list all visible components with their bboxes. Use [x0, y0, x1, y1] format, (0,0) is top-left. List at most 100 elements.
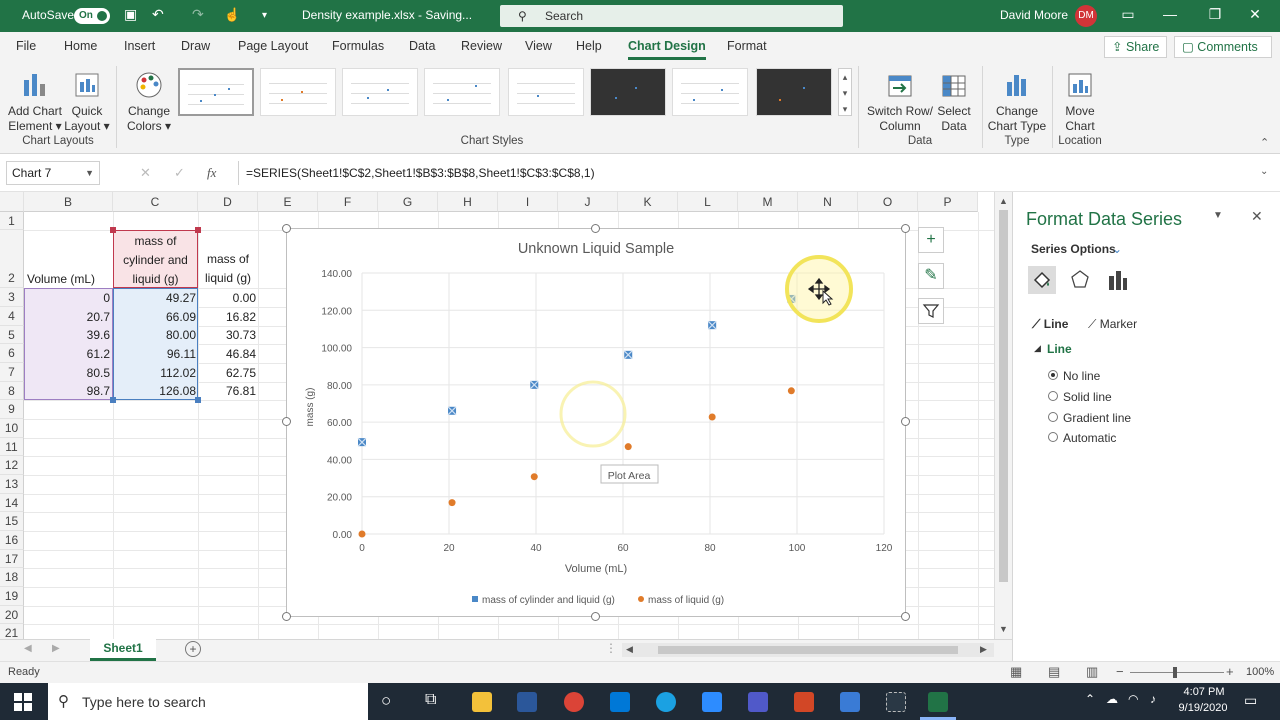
- column-header[interactable]: M: [738, 192, 798, 212]
- scroll-right-icon[interactable]: ▶: [980, 644, 987, 655]
- resize-handle[interactable]: [901, 224, 910, 233]
- scrollbar-thumb[interactable]: [999, 210, 1008, 582]
- x-axis-title[interactable]: Volume (mL): [565, 563, 627, 575]
- touch-mode-icon[interactable]: ☝: [224, 7, 240, 23]
- data-point-liquid[interactable]: [624, 443, 632, 451]
- autosave-toggle[interactable]: On: [74, 8, 110, 24]
- resize-handle[interactable]: [901, 417, 910, 426]
- column-header[interactable]: I: [498, 192, 558, 212]
- chart-style-6[interactable]: [590, 68, 666, 116]
- fill-line-tab[interactable]: [1028, 266, 1056, 294]
- search-box[interactable]: ⚲ Search: [500, 5, 843, 27]
- row-header[interactable]: 5: [0, 326, 24, 344]
- chart-style-3[interactable]: [342, 68, 418, 116]
- cell-mass-liquid[interactable]: 76.81: [200, 382, 256, 400]
- taskbar-date[interactable]: 9/19/2020: [1172, 702, 1234, 714]
- chart-style-5[interactable]: [508, 68, 584, 116]
- minimize-icon[interactable]: —: [1160, 6, 1180, 22]
- next-sheet-icon[interactable]: ▶: [52, 643, 60, 654]
- column-header[interactable]: L: [678, 192, 738, 212]
- cell-volume[interactable]: 39.6: [26, 326, 110, 344]
- scroll-up-icon[interactable]: ▲: [999, 196, 1008, 206]
- cell-mass-cylinder[interactable]: 49.27: [115, 289, 196, 307]
- calculator-icon[interactable]: [610, 692, 630, 712]
- tab-format[interactable]: Format: [727, 39, 767, 53]
- normal-view-icon[interactable]: ▦: [1010, 664, 1022, 680]
- chart-style-2[interactable]: [260, 68, 336, 116]
- row-header[interactable]: 7: [0, 363, 24, 382]
- row-header[interactable]: 18: [0, 568, 24, 587]
- avatar[interactable]: DM: [1075, 5, 1097, 27]
- page-layout-view-icon[interactable]: ▤: [1048, 664, 1060, 680]
- add-sheet-icon[interactable]: +: [185, 641, 201, 657]
- column-header[interactable]: D: [198, 192, 258, 212]
- row-header[interactable]: 3: [0, 288, 24, 307]
- y-axis-title[interactable]: mass (g): [305, 388, 316, 427]
- ribbon-display-icon[interactable]: ▭: [1118, 6, 1138, 23]
- select-data-button[interactable]: Select Data: [934, 70, 974, 134]
- row-header[interactable]: 6: [0, 344, 24, 363]
- gradient-line-label[interactable]: Gradient line: [1063, 411, 1131, 425]
- chart-styles-button[interactable]: ✎: [918, 263, 944, 289]
- resize-handle[interactable]: [282, 224, 291, 233]
- column-header[interactable]: B: [24, 192, 113, 212]
- chart-style-4[interactable]: [424, 68, 500, 116]
- volume-icon[interactable]: ♪: [1150, 692, 1156, 706]
- automatic-radio[interactable]: [1048, 432, 1058, 442]
- row-header[interactable]: 13: [0, 475, 24, 494]
- row-header[interactable]: 4: [0, 307, 24, 326]
- column-header[interactable]: O: [858, 192, 918, 212]
- chart-style-7[interactable]: [672, 68, 748, 116]
- zoom-in-icon[interactable]: +: [1226, 664, 1234, 679]
- tab-help[interactable]: Help: [576, 39, 602, 53]
- cell-volume[interactable]: 0: [26, 289, 110, 307]
- scrollbar-thumb[interactable]: [658, 646, 958, 654]
- cell-mass-liquid[interactable]: 46.84: [200, 345, 256, 363]
- row-header[interactable]: 1: [0, 212, 24, 230]
- tab-draw[interactable]: Draw: [181, 39, 210, 53]
- data-point-liquid[interactable]: [530, 473, 538, 481]
- scatter-chart[interactable]: Unknown Liquid Sample 0.00 20.00 40.00 60.0…: [287, 229, 905, 616]
- pane-options-icon[interactable]: ▼: [1213, 210, 1223, 221]
- expand-formula-icon[interactable]: ⌄: [1260, 166, 1268, 177]
- data-points[interactable]: [357, 294, 796, 538]
- insert-function-icon[interactable]: fx: [207, 165, 216, 181]
- series-options-tab-icon[interactable]: [1106, 268, 1130, 292]
- cloud-icon[interactable]: ☁: [1106, 692, 1118, 706]
- cell-mass-liquid[interactable]: 16.82: [200, 308, 256, 326]
- chart-title[interactable]: Unknown Liquid Sample: [518, 241, 674, 257]
- header-mass-liquid[interactable]: mass of liquid (g): [201, 250, 255, 288]
- legend-label[interactable]: mass of cylinder and liquid (g): [482, 595, 615, 606]
- scroll-left-icon[interactable]: ◀: [626, 644, 633, 655]
- name-box-dropdown-icon[interactable]: ▼: [85, 162, 94, 184]
- row-header[interactable]: 11: [0, 438, 24, 456]
- zoom-slider[interactable]: [1130, 672, 1224, 673]
- cell-volume[interactable]: 98.7: [26, 382, 110, 400]
- prev-sheet-icon[interactable]: ◀: [24, 643, 32, 654]
- chart-object[interactable]: Unknown Liquid Sample 0.00 20.00 40.00 60.0…: [282, 224, 910, 621]
- cell-mass-liquid[interactable]: 30.73: [200, 326, 256, 344]
- close-icon[interactable]: ✕: [1245, 6, 1265, 23]
- quick-layout-button[interactable]: Quick Layout ▾: [64, 70, 110, 134]
- zoom-app-icon[interactable]: [702, 692, 722, 712]
- column-header[interactable]: N: [798, 192, 858, 212]
- more-icon[interactable]: ⋮: [605, 641, 617, 655]
- share-button[interactable]: ⇪ Share: [1104, 36, 1168, 58]
- column-header[interactable]: K: [618, 192, 678, 212]
- snip-icon[interactable]: [840, 692, 860, 712]
- solid-line-radio[interactable]: [1048, 391, 1058, 401]
- tab-chart-design[interactable]: Chart Design: [628, 39, 706, 60]
- column-header[interactable]: J: [558, 192, 618, 212]
- marker-tab[interactable]: ⟋ Marker: [1088, 317, 1137, 332]
- header-mass-cylinder[interactable]: mass of cylinder and liquid (g): [116, 232, 195, 289]
- legend-label[interactable]: mass of liquid (g): [648, 595, 724, 606]
- collapse-triangle-icon[interactable]: ◢: [1034, 343, 1041, 354]
- chrome-icon[interactable]: [564, 692, 584, 712]
- tab-view[interactable]: View: [525, 39, 552, 53]
- row-header[interactable]: 9: [0, 400, 24, 419]
- pane-close-icon[interactable]: ✕: [1251, 208, 1263, 225]
- cell-mass-cylinder[interactable]: 112.02: [115, 364, 196, 382]
- cell-volume[interactable]: 80.5: [26, 364, 110, 382]
- resize-handle[interactable]: [282, 417, 291, 426]
- move-chart-button[interactable]: Move Chart: [1056, 70, 1104, 134]
